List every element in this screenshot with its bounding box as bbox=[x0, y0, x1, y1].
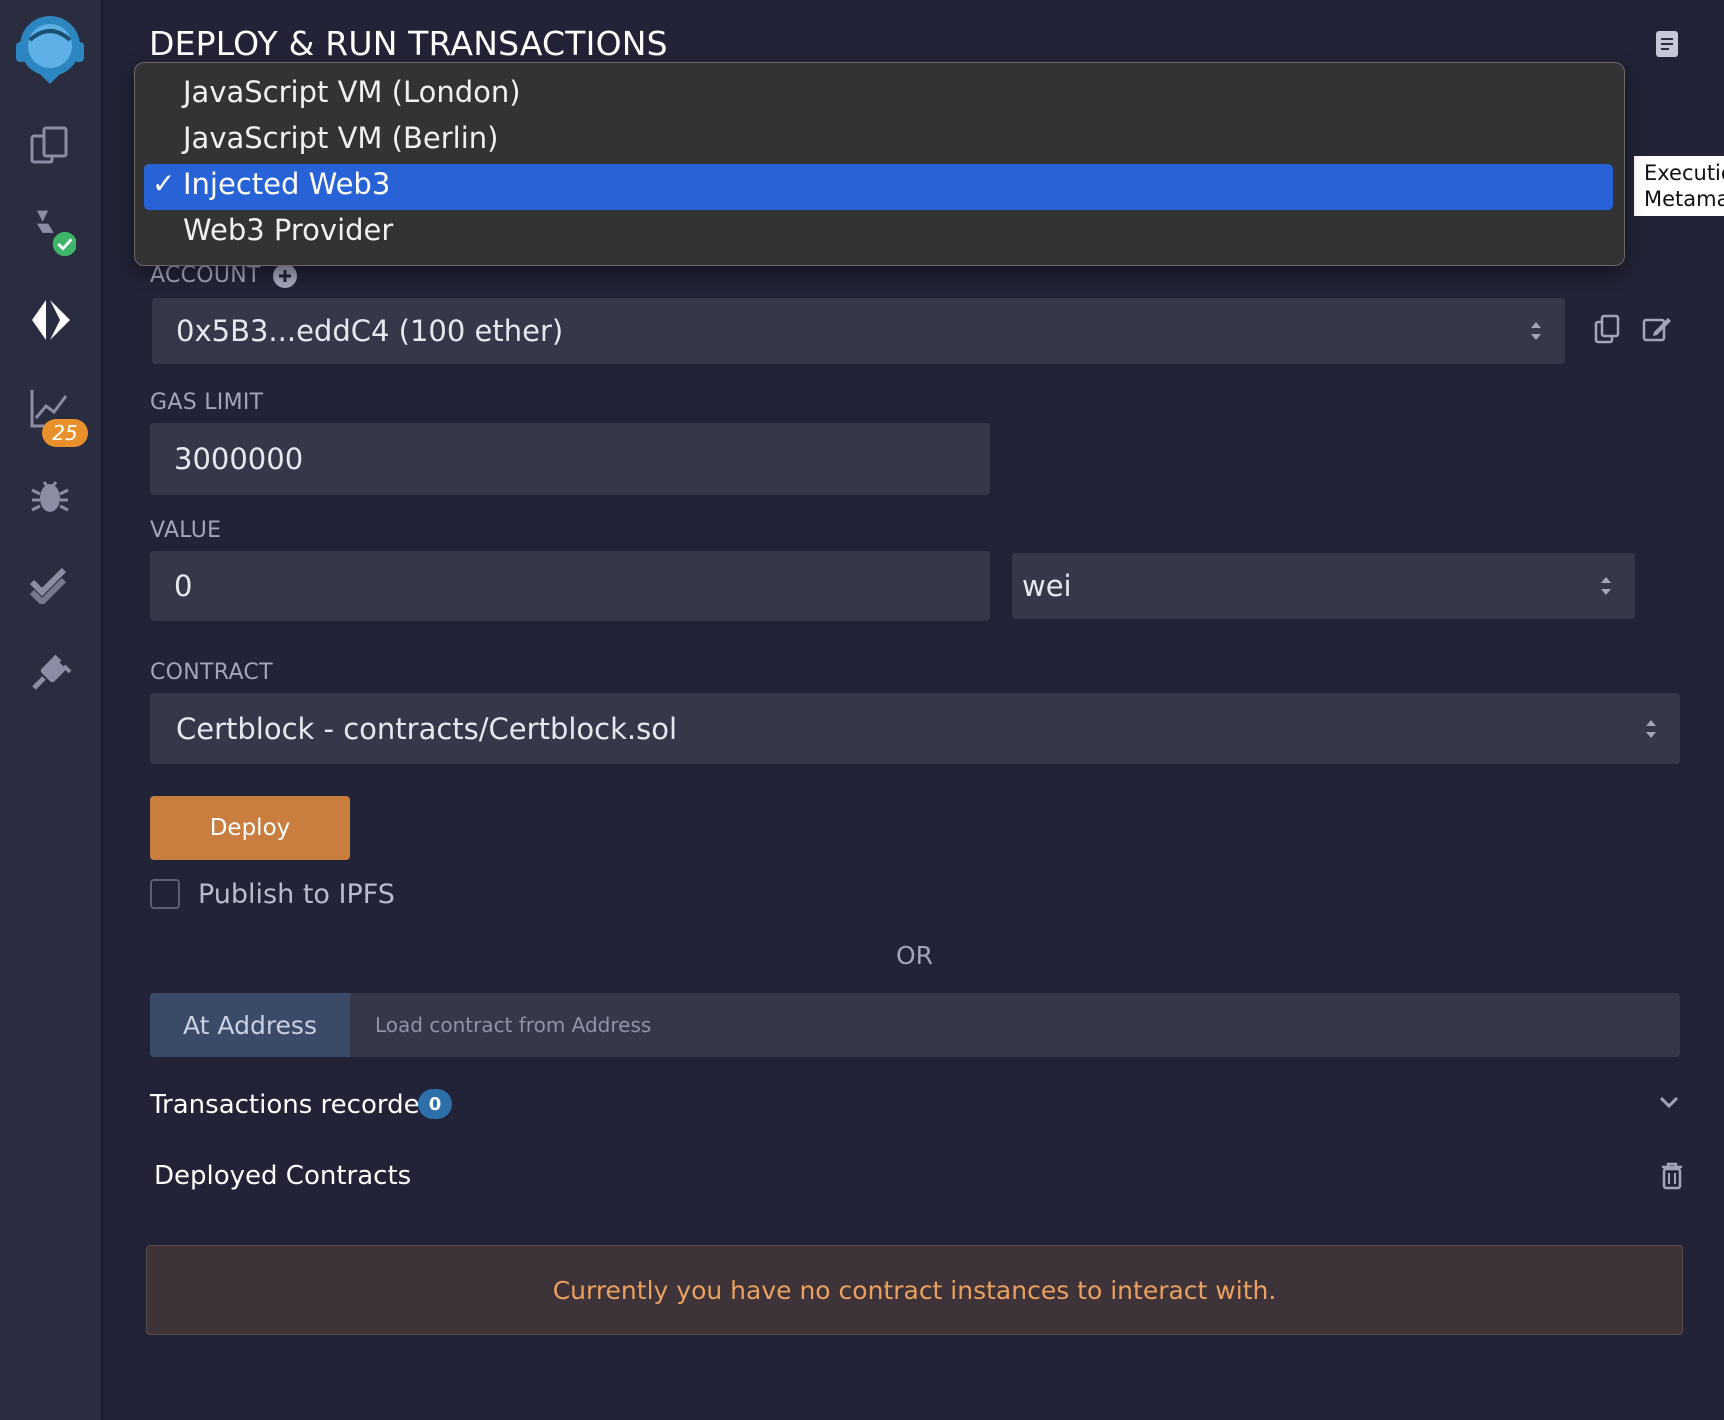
deploy-button[interactable]: Deploy bbox=[150, 796, 350, 860]
file-explorer-icon[interactable] bbox=[24, 120, 76, 172]
contract-select[interactable]: Certblock - contracts/Certblock.sol bbox=[150, 693, 1680, 764]
add-account-icon[interactable] bbox=[272, 263, 298, 293]
solidity-compiler-icon[interactable] bbox=[24, 205, 76, 257]
icon-sidebar: 25 bbox=[0, 0, 103, 1420]
environment-tooltip: Executio Metama bbox=[1634, 156, 1724, 216]
publish-ipfs-checkbox[interactable] bbox=[150, 879, 180, 909]
value-label: VALUE bbox=[150, 518, 222, 543]
chevron-down-icon[interactable] bbox=[1658, 1094, 1680, 1114]
deploy-run-icon[interactable] bbox=[24, 294, 76, 346]
account-select[interactable]: 0x5B3...eddC4 (100 ether) bbox=[152, 298, 1565, 364]
select-arrows-icon bbox=[1646, 719, 1656, 738]
value-input[interactable]: 0 bbox=[150, 551, 990, 621]
remix-logo-icon[interactable] bbox=[8, 14, 92, 86]
transactions-count-badge: 0 bbox=[418, 1089, 452, 1119]
edit-sign-icon[interactable] bbox=[1642, 314, 1672, 346]
value-unit-select[interactable]: wei bbox=[1012, 553, 1635, 619]
gas-limit-input[interactable]: 3000000 bbox=[150, 423, 990, 495]
publish-ipfs-label: Publish to IPFS bbox=[198, 879, 395, 910]
or-divider: OR bbox=[896, 941, 934, 970]
docs-icon[interactable] bbox=[1655, 30, 1679, 62]
environment-option-injected-web3[interactable]: Injected Web3 bbox=[183, 167, 390, 201]
unit-testing-icon[interactable] bbox=[24, 558, 76, 610]
debugger-icon[interactable] bbox=[24, 470, 76, 522]
copy-account-icon[interactable] bbox=[1594, 314, 1620, 348]
environment-option-london[interactable]: JavaScript VM (London) bbox=[183, 75, 521, 109]
environment-option-web3-provider[interactable]: Web3 Provider bbox=[183, 213, 393, 247]
plugin-manager-icon[interactable] bbox=[24, 646, 76, 698]
at-address-button[interactable]: At Address bbox=[150, 993, 350, 1057]
environment-dropdown-menu: JavaScript VM (London) JavaScript VM (Be… bbox=[134, 62, 1625, 266]
select-arrows-icon bbox=[1531, 322, 1541, 340]
no-instances-message: Currently you have no contract instances… bbox=[146, 1245, 1683, 1335]
contract-label: CONTRACT bbox=[150, 660, 273, 685]
at-address-input[interactable]: Load contract from Address bbox=[350, 993, 1680, 1057]
transactions-recorded-label[interactable]: Transactions recorded bbox=[150, 1090, 436, 1120]
gas-limit-label: GAS LIMIT bbox=[150, 390, 264, 415]
deployed-contracts-label: Deployed Contracts bbox=[154, 1161, 412, 1191]
account-label: ACCOUNT bbox=[150, 263, 261, 288]
analysis-badge: 25 bbox=[42, 419, 88, 447]
select-arrows-icon bbox=[1601, 577, 1611, 595]
environment-option-berlin[interactable]: JavaScript VM (Berlin) bbox=[183, 121, 498, 155]
trash-icon[interactable] bbox=[1660, 1162, 1684, 1194]
check-icon: ✓ bbox=[152, 167, 176, 200]
page-title: DEPLOY & RUN TRANSACTIONS bbox=[149, 24, 668, 63]
